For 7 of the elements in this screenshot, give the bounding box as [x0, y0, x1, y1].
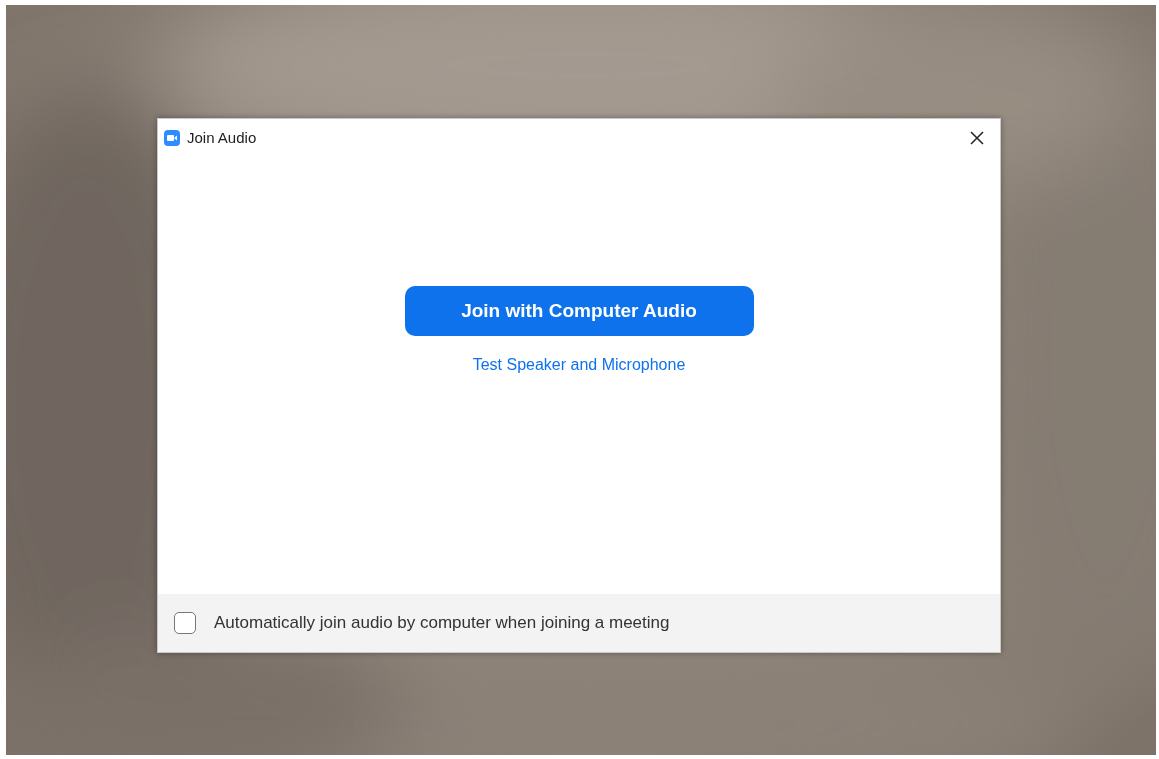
checkbox-label: Automatically join audio by computer when joining a meeting	[214, 612, 670, 635]
checkbox[interactable]	[174, 612, 196, 634]
join-computer-audio-button[interactable]: Join with Computer Audio	[404, 286, 754, 336]
test-speaker-link[interactable]: Test Speaker and Microphone	[472, 353, 686, 377]
window-title: Join Audio	[187, 127, 257, 148]
video-camera-icon	[164, 130, 180, 146]
close-icon	[969, 130, 985, 146]
